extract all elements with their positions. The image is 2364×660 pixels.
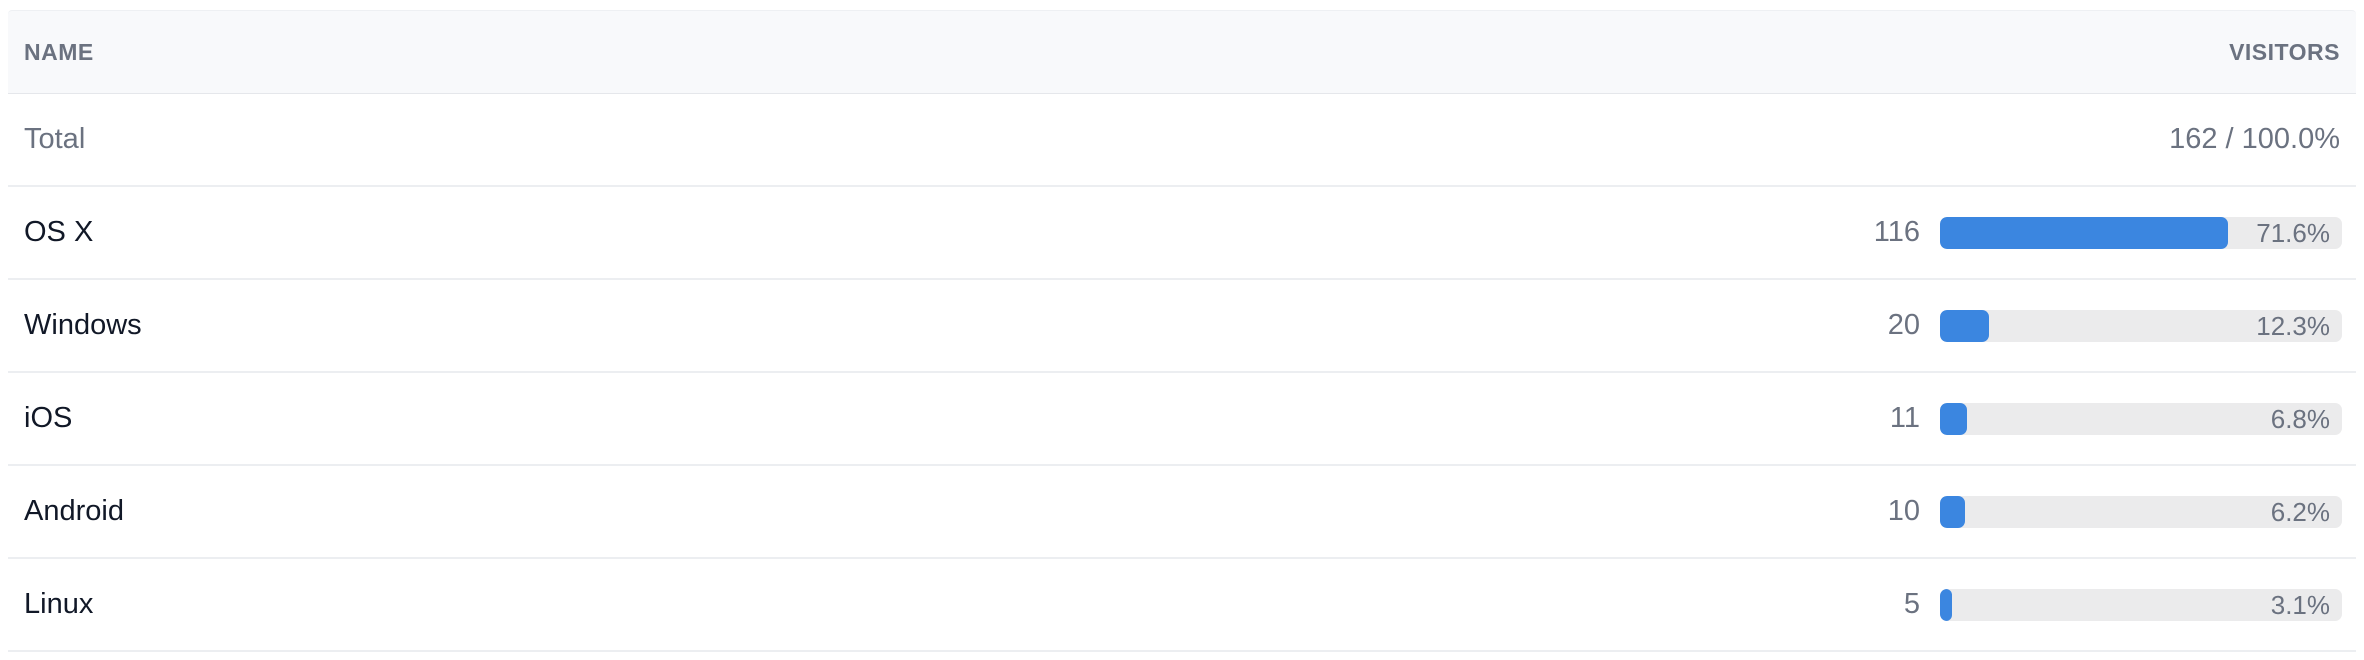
percent-bar-fill xyxy=(1940,309,1990,342)
table-row[interactable]: Linux 5 3.1% xyxy=(8,559,2356,652)
percent-bar: 71.6% xyxy=(1940,216,2342,249)
total-label: Total xyxy=(24,123,86,155)
percent-bar-fill xyxy=(1940,402,1968,435)
visitor-count: 10 xyxy=(1887,495,1920,527)
percent-label: 12.3% xyxy=(2256,310,2330,341)
table-row[interactable]: iOS 11 6.8% xyxy=(8,373,2356,466)
visitor-count: 20 xyxy=(1887,309,1920,341)
os-visitors-table: NAME VISITORS Total 162 / 100.0% OS X 11… xyxy=(8,10,2356,652)
percent-bar-fill xyxy=(1940,216,2228,249)
total-value: 162 / 100.0% xyxy=(2169,123,2340,155)
table-row[interactable]: OS X 116 71.6% xyxy=(8,187,2356,280)
visitor-count: 5 xyxy=(1903,588,1920,620)
table-header: NAME VISITORS xyxy=(8,10,2356,94)
percent-label: 71.6% xyxy=(2256,217,2330,248)
table-row[interactable]: Android 10 6.2% xyxy=(8,466,2356,559)
percent-bar: 3.1% xyxy=(1940,588,2342,621)
column-header-visitors[interactable]: VISITORS xyxy=(2229,39,2340,66)
visitor-count: 116 xyxy=(1873,216,1920,248)
total-row: Total 162 / 100.0% xyxy=(8,94,2356,187)
column-header-name[interactable]: NAME xyxy=(24,39,94,66)
percent-label: 3.1% xyxy=(2270,589,2330,620)
percent-bar: 6.2% xyxy=(1940,495,2342,528)
percent-bar-fill xyxy=(1940,495,1965,528)
percent-label: 6.8% xyxy=(2270,403,2330,434)
percent-bar: 12.3% xyxy=(1940,309,2342,342)
percent-bar: 6.8% xyxy=(1940,402,2342,435)
table-row[interactable]: Windows 20 12.3% xyxy=(8,280,2356,373)
percent-label: 6.2% xyxy=(2270,496,2330,527)
percent-bar-fill xyxy=(1940,588,1953,621)
visitor-count: 11 xyxy=(1889,402,1920,434)
